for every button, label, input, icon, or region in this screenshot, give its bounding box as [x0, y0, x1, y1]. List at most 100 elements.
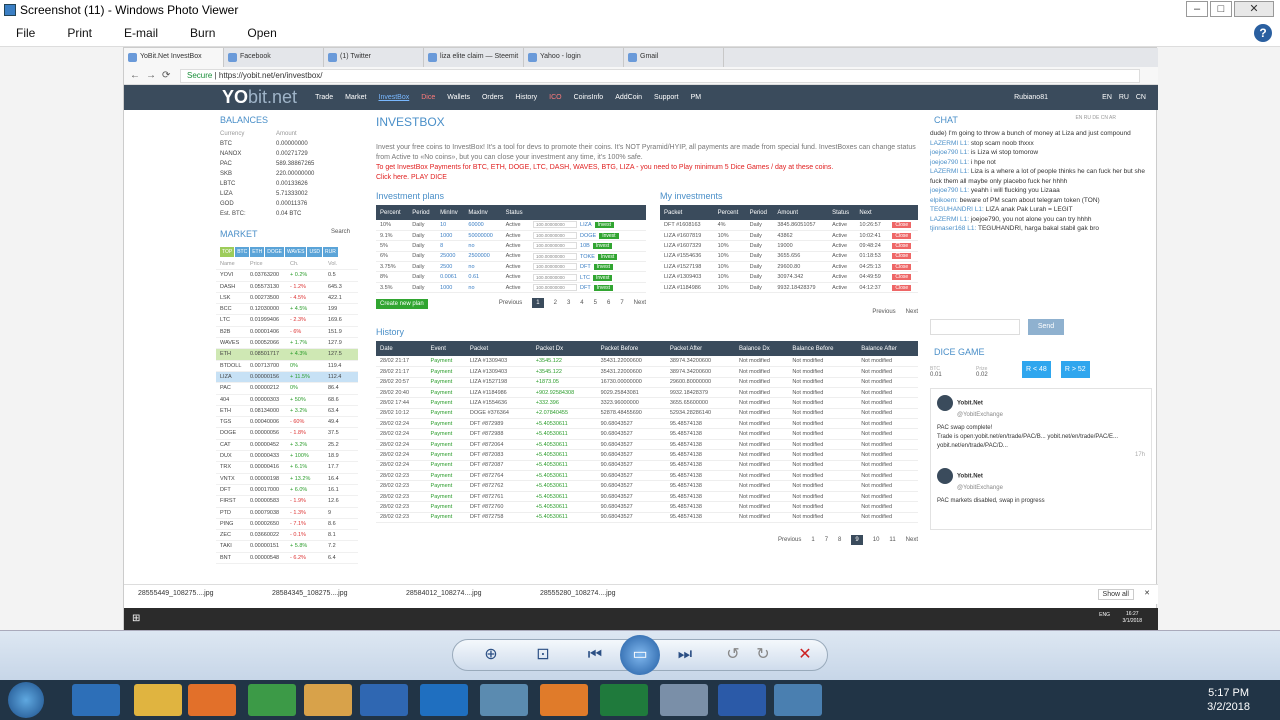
nav-trade[interactable]: Trade — [315, 94, 333, 101]
market-row[interactable]: LTC 0.01999406 - 2.3% 169.6 — [216, 315, 358, 327]
play-dice-link[interactable]: Click here. PLAY DICE — [376, 173, 918, 183]
nav-investbox[interactable]: InvestBox — [379, 94, 410, 101]
pagination-previous[interactable]: Previous — [499, 300, 522, 306]
start-button[interactable] — [8, 682, 44, 718]
user-name[interactable]: Rubiano81 — [1014, 94, 1048, 101]
market-row[interactable]: B2B 0.00001406 - 6% 151.9 — [216, 327, 358, 339]
market-row[interactable]: DOGE 0.00000056 - 1.8% 37.5 — [216, 428, 358, 440]
close-investment-button[interactable]: Close — [892, 284, 912, 291]
pagination-page[interactable]: 7 — [620, 300, 623, 306]
tab-yahoo[interactable]: Yahoo - login — [524, 48, 624, 67]
chat-user[interactable]: elpikoem: — [930, 197, 958, 204]
menu-open[interactable]: Open — [247, 26, 276, 40]
rotate-left-icon[interactable]: ↺ — [718, 641, 748, 669]
invest-button[interactable]: Invest — [593, 264, 614, 271]
rotate-right-icon[interactable]: ↻ — [748, 641, 778, 669]
tab-investbox[interactable]: YoBit.Net InvestBox — [124, 48, 224, 67]
nav-coinsinfo[interactable]: CoinsInfo — [574, 94, 604, 101]
market-row[interactable]: PING 0.00002650 - 7.1% 8.6 — [216, 519, 358, 531]
invest-amount-input[interactable]: 100.00000000 — [533, 242, 578, 250]
invest-amount-input[interactable]: 100.00000000 — [533, 221, 578, 229]
chat-input[interactable] — [930, 319, 1020, 335]
pagination-page[interactable]: 11 — [889, 537, 895, 543]
slideshow-icon[interactable]: ▭ — [620, 635, 660, 675]
chat-user[interactable]: joejoe790 L1: — [930, 187, 969, 194]
next-icon[interactable]: ⏭ — [670, 641, 700, 669]
close-downloads-icon[interactable]: ✕ — [1144, 589, 1150, 597]
excel-icon[interactable] — [600, 684, 648, 716]
market-row[interactable]: TAKI 0.00000151 + 5.8% 7.2 — [216, 541, 358, 553]
nav-support[interactable]: Support — [654, 94, 679, 101]
nav-market[interactable]: Market — [345, 94, 366, 101]
market-row[interactable]: LIZA 0.00000156 + 11.5% 112.4 — [216, 371, 358, 384]
close-investment-button[interactable]: Close — [892, 242, 912, 249]
pagination-page[interactable]: 5 — [594, 300, 597, 306]
chat-user[interactable]: tjinnaser168 L1: — [930, 225, 976, 232]
pagination-previous[interactable]: Previous — [778, 537, 801, 543]
market-row[interactable]: BNT 0.00000548 - 6.2% 6.4 — [216, 553, 358, 565]
menu-file[interactable]: File — [16, 26, 35, 40]
tweet-author[interactable]: Yobit.Net — [957, 401, 983, 407]
close-investment-button[interactable]: Close — [892, 232, 912, 239]
pagination-page[interactable]: 3 — [567, 300, 570, 306]
market-row[interactable]: TGS 0.00040006 - 60% 49.4 — [216, 417, 358, 429]
market-tab-rur[interactable]: RUR — [323, 247, 338, 257]
nav-orders[interactable]: Orders — [482, 94, 503, 101]
close-investment-button[interactable]: Close — [892, 274, 912, 281]
chat-user[interactable]: LAZERMI L1: — [930, 216, 969, 223]
invest-amount-input[interactable]: 100.00000000 — [533, 273, 578, 281]
market-row[interactable]: ETH 0.08134000 + 3.2% 63.4 — [216, 406, 358, 418]
menu-print[interactable]: Print — [67, 26, 92, 40]
nav-arrows-icon[interactable]: ←→⟳ — [130, 70, 176, 81]
dice-roll-low-button[interactable]: R < 48 — [1022, 361, 1051, 378]
market-row[interactable]: PTD 0.00079038 - 1.3% 9 — [216, 508, 358, 519]
pagination-page[interactable]: 2 — [554, 300, 557, 306]
market-row[interactable]: BTDOLL 0.00713700 0% 119.4 — [216, 361, 358, 372]
market-row[interactable]: ZEC 0.03660022 - 0.1% 8.1 — [216, 530, 358, 542]
close-button[interactable]: ✕ — [1234, 1, 1274, 17]
market-tab-doge[interactable]: DOGE — [265, 247, 284, 257]
invest-button[interactable]: Invest — [592, 243, 613, 250]
tab-facebook[interactable]: Facebook — [224, 48, 324, 67]
notes-icon[interactable] — [480, 684, 528, 716]
invest-amount-input[interactable]: 100.00000000 — [533, 232, 578, 240]
tab-gmail[interactable]: Gmail — [624, 48, 724, 67]
pagination-page[interactable]: 10 — [873, 537, 880, 543]
nav-pm[interactable]: PM — [691, 94, 702, 101]
nav-ico[interactable]: ICO — [549, 94, 561, 101]
chat-user[interactable]: joejoe790 L1: — [930, 149, 969, 156]
maximize-button[interactable]: □ — [1210, 1, 1232, 17]
market-tab-btc[interactable]: BTC — [235, 247, 250, 257]
chat-langs[interactable]: EN RU DE CN AR — [1075, 115, 1116, 129]
pagination-next[interactable]: Next — [634, 300, 646, 306]
dice-bet-input[interactable]: 0.01 — [930, 372, 966, 378]
close-investment-button[interactable]: Close — [892, 253, 912, 260]
pagination-next[interactable]: Next — [906, 537, 918, 543]
pagination-page[interactable]: 1 — [532, 298, 544, 309]
firefox-icon[interactable] — [188, 684, 236, 716]
chat-user[interactable]: joejoe790 L1: — [930, 159, 969, 166]
media-player-icon[interactable] — [540, 684, 588, 716]
system-clock[interactable]: 5:17 PM 3/2/2018 — [1207, 686, 1250, 714]
market-row[interactable]: ETH 0.08501717 + 4.3% 127.5 — [216, 349, 358, 361]
chat-user[interactable]: TEGUHANDRI L1: — [930, 206, 984, 213]
lb-app-icon[interactable] — [360, 684, 408, 716]
url-input[interactable]: Secure | https://yobit.net/en/investbox/ — [180, 69, 1140, 83]
nav-addcoin[interactable]: AddCoin — [615, 94, 642, 101]
chat-send-button[interactable]: Send — [1028, 319, 1064, 335]
tab-steemit[interactable]: liza elite claim — Steemit — [424, 48, 524, 67]
tab-twitter[interactable]: (1) Twitter — [324, 48, 424, 67]
nav-wallets[interactable]: Wallets — [447, 94, 470, 101]
help-icon[interactable]: ? — [1254, 24, 1272, 42]
pagination-page[interactable]: 7 — [825, 537, 828, 543]
pagination-page[interactable]: 8 — [838, 537, 841, 543]
file-explorer-icon[interactable] — [134, 684, 182, 716]
market-tab-eth[interactable]: ETH — [250, 247, 265, 257]
invest-amount-input[interactable]: 100.00000000 — [533, 252, 578, 260]
download-item[interactable]: 28555280_108274....jpg — [540, 590, 660, 597]
invest-amount-input[interactable]: 100.00000000 — [533, 284, 578, 292]
invest-button[interactable]: Invest — [594, 222, 614, 229]
chrome-icon[interactable] — [248, 684, 296, 716]
invest-button[interactable]: Invest — [593, 284, 614, 291]
nav-dice[interactable]: Dice — [421, 94, 435, 101]
